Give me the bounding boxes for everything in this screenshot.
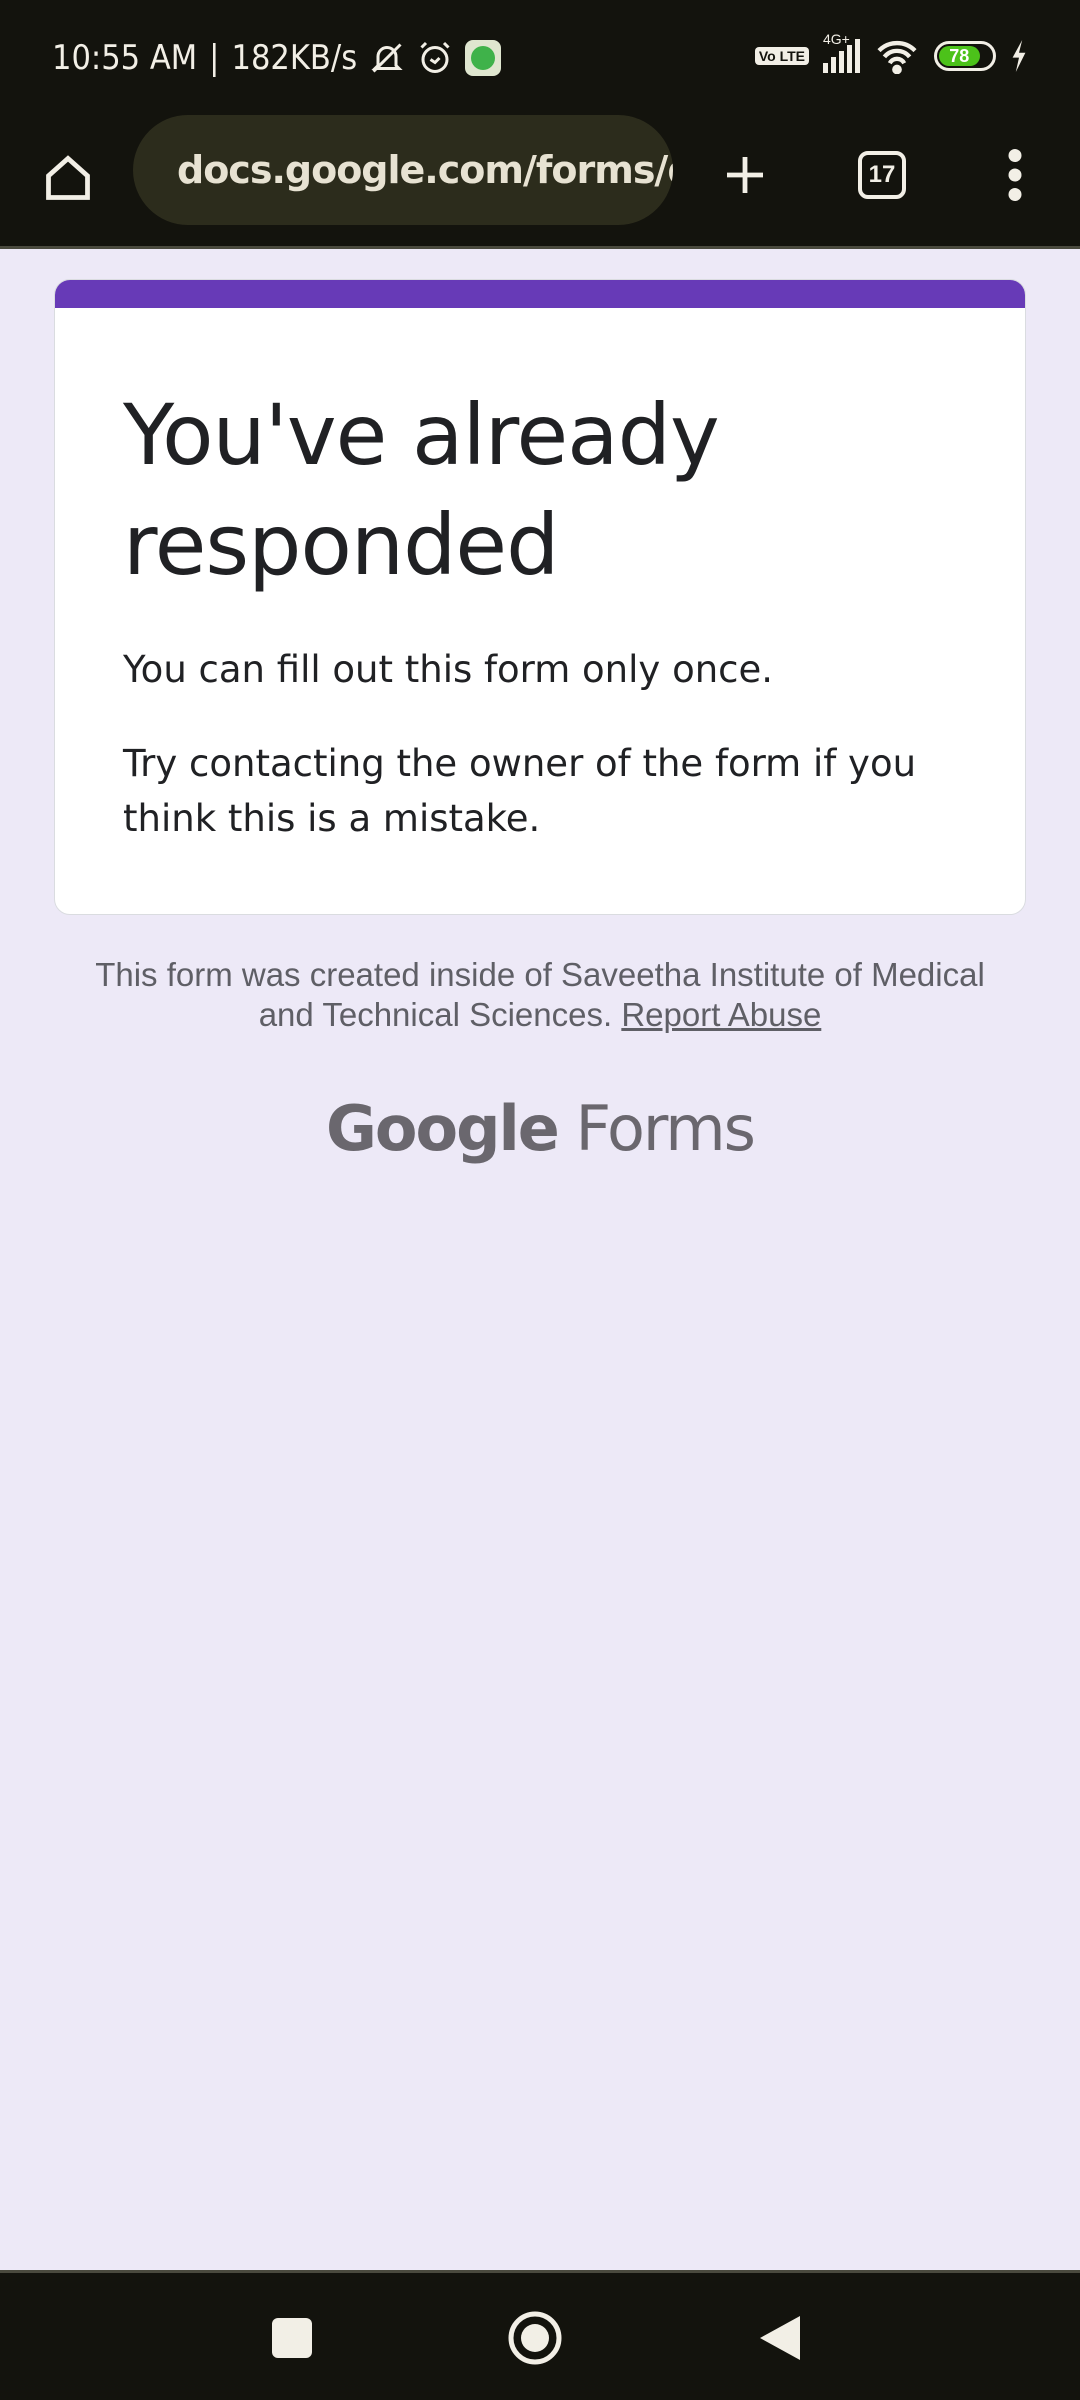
- app-notification-icon: [465, 40, 502, 76]
- response-card: You've already responded You can fill ou…: [54, 279, 1026, 915]
- home-button[interactable]: [30, 140, 106, 216]
- battery-icon: 78: [934, 41, 996, 71]
- charging-icon: [1012, 40, 1026, 72]
- net-speed: 182KB/s: [231, 38, 358, 78]
- url-bar[interactable]: docs.google.com/forms/d/e: [133, 115, 673, 225]
- mute-bell-icon: [371, 43, 403, 73]
- back-button[interactable]: [750, 2308, 810, 2368]
- new-tab-icon: [727, 157, 763, 193]
- more-menu-icon: [1008, 149, 1022, 201]
- volte-icon: Vo LTE: [754, 47, 809, 65]
- toolbar-divider: [0, 246, 1080, 249]
- google-forms-logo[interactable]: Google Forms: [0, 1092, 1080, 1165]
- alarm-icon: [420, 41, 450, 73]
- more-menu-button[interactable]: [975, 135, 1055, 215]
- form-footer: This form was created inside of Saveetha…: [90, 955, 990, 1035]
- signal-icon: 4G+: [823, 31, 860, 73]
- tab-count: 17: [858, 151, 906, 199]
- tab-switcher-button[interactable]: 17: [842, 135, 922, 215]
- separator: |: [209, 38, 220, 78]
- status-bar: 10:55 AM | 182KB/s Vo LTE 4G+ 78: [0, 0, 1080, 110]
- message-once: You can fill out this form only once.: [123, 648, 774, 691]
- message-contact-owner: Try contacting the owner of the form if …: [123, 742, 917, 840]
- home-circle-icon: [508, 2311, 562, 2365]
- browser-toolbar: docs.google.com/forms/d/e 17: [0, 110, 1080, 249]
- page-title: You've already responded: [123, 386, 720, 594]
- system-nav-bar: [0, 2270, 1080, 2400]
- clock: 10:55 AM: [52, 38, 198, 78]
- url-text[interactable]: docs.google.com/forms/d/e: [177, 148, 673, 192]
- wifi-icon: [877, 40, 917, 74]
- recents-square-icon: [272, 2318, 312, 2358]
- home-icon: [46, 155, 90, 200]
- home-nav-button[interactable]: [505, 2308, 565, 2368]
- recents-button[interactable]: [262, 2308, 322, 2368]
- report-abuse-link[interactable]: Report Abuse: [621, 996, 821, 1033]
- back-triangle-icon: [760, 2316, 800, 2360]
- card-accent-band: [55, 280, 1025, 308]
- new-tab-button[interactable]: [705, 135, 785, 215]
- footer-text: This form was created inside of Saveetha…: [95, 956, 985, 1033]
